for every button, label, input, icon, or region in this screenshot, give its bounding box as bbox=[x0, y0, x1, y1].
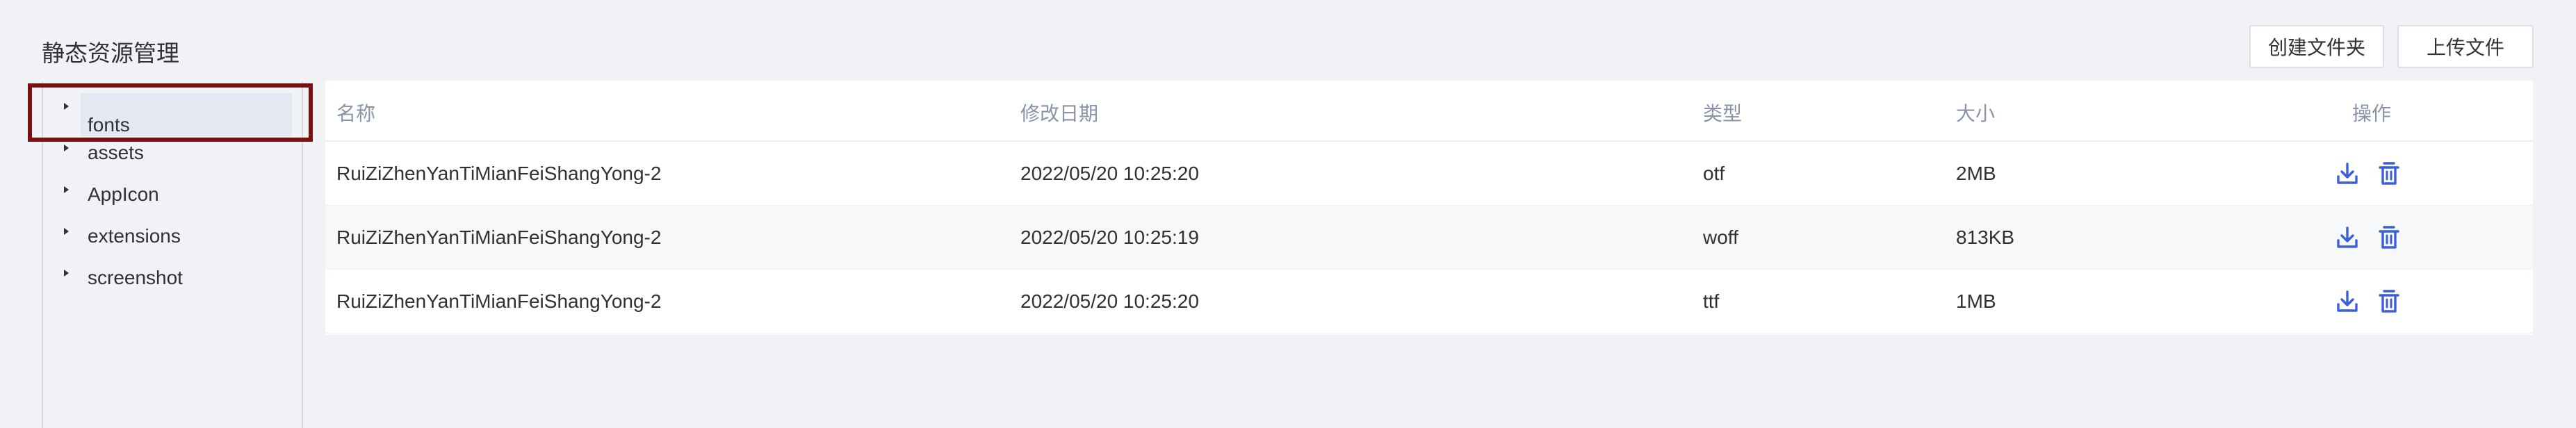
download-icon[interactable] bbox=[2335, 225, 2359, 250]
tree-item-label: fonts bbox=[88, 114, 130, 135]
file-size: 813KB bbox=[1956, 227, 2015, 248]
caret-right-icon[interactable] bbox=[64, 270, 69, 277]
file-type: woff bbox=[1703, 227, 1738, 248]
file-date: 2022/05/20 10:25:20 bbox=[1020, 163, 1199, 184]
column-header-actions: 操作 bbox=[2352, 102, 2392, 125]
caret-right-icon[interactable] bbox=[64, 186, 69, 193]
column-header-type: 类型 bbox=[1703, 102, 1743, 125]
caret-right-icon[interactable] bbox=[64, 103, 69, 110]
table-header: 名称 修改日期 类型 大小 操作 bbox=[325, 81, 2533, 142]
file-name: RuiZiZhenYanTiMianFeiShangYong-2 bbox=[336, 163, 662, 184]
file-type: ttf bbox=[1703, 290, 1720, 312]
file-table: 名称 修改日期 类型 大小 操作 RuiZiZhenYanTiMianFeiSh… bbox=[325, 81, 2533, 335]
table-row: RuiZiZhenYanTiMianFeiShangYong-2 2022/05… bbox=[325, 206, 2533, 270]
trash-icon[interactable] bbox=[2377, 225, 2401, 250]
file-size: 1MB bbox=[1956, 290, 1996, 312]
trash-icon[interactable] bbox=[2377, 161, 2401, 186]
tree-item-screenshot[interactable]: screenshot bbox=[43, 260, 302, 299]
file-date: 2022/05/20 10:25:19 bbox=[1020, 227, 1199, 248]
tree-item-appicon[interactable]: AppIcon bbox=[43, 176, 302, 215]
caret-right-icon[interactable] bbox=[64, 145, 69, 151]
caret-right-icon[interactable] bbox=[64, 228, 69, 235]
trash-icon[interactable] bbox=[2377, 289, 2401, 314]
tree-item-fonts[interactable]: fonts bbox=[43, 93, 302, 136]
tree-item-extensions[interactable]: extensions bbox=[43, 218, 302, 257]
file-date: 2022/05/20 10:25:20 bbox=[1020, 290, 1199, 312]
file-size: 2MB bbox=[1956, 163, 1996, 184]
folder-tree: fonts assets AppIcon extensions screensh… bbox=[42, 82, 303, 428]
tree-item-label: AppIcon bbox=[88, 183, 159, 205]
table-row: RuiZiZhenYanTiMianFeiShangYong-2 2022/05… bbox=[325, 270, 2533, 334]
download-icon[interactable] bbox=[2335, 161, 2359, 186]
file-name: RuiZiZhenYanTiMianFeiShangYong-2 bbox=[336, 290, 662, 312]
column-header-name: 名称 bbox=[336, 102, 376, 125]
column-header-date: 修改日期 bbox=[1020, 102, 1099, 125]
tree-item-label: assets bbox=[88, 142, 144, 163]
page-title: 静态资源管理 bbox=[42, 40, 179, 67]
table-row: RuiZiZhenYanTiMianFeiShangYong-2 2022/05… bbox=[325, 142, 2533, 206]
column-header-size: 大小 bbox=[1956, 102, 1996, 125]
file-name: RuiZiZhenYanTiMianFeiShangYong-2 bbox=[336, 227, 662, 248]
tree-item-label: screenshot bbox=[88, 267, 183, 288]
download-icon[interactable] bbox=[2335, 289, 2359, 314]
tree-item-label: extensions bbox=[88, 225, 181, 247]
file-type: otf bbox=[1703, 163, 1725, 184]
tree-item-assets[interactable]: assets bbox=[43, 135, 302, 174]
upload-file-button[interactable]: 上传文件 bbox=[2397, 25, 2534, 68]
create-folder-button[interactable]: 创建文件夹 bbox=[2249, 25, 2384, 68]
